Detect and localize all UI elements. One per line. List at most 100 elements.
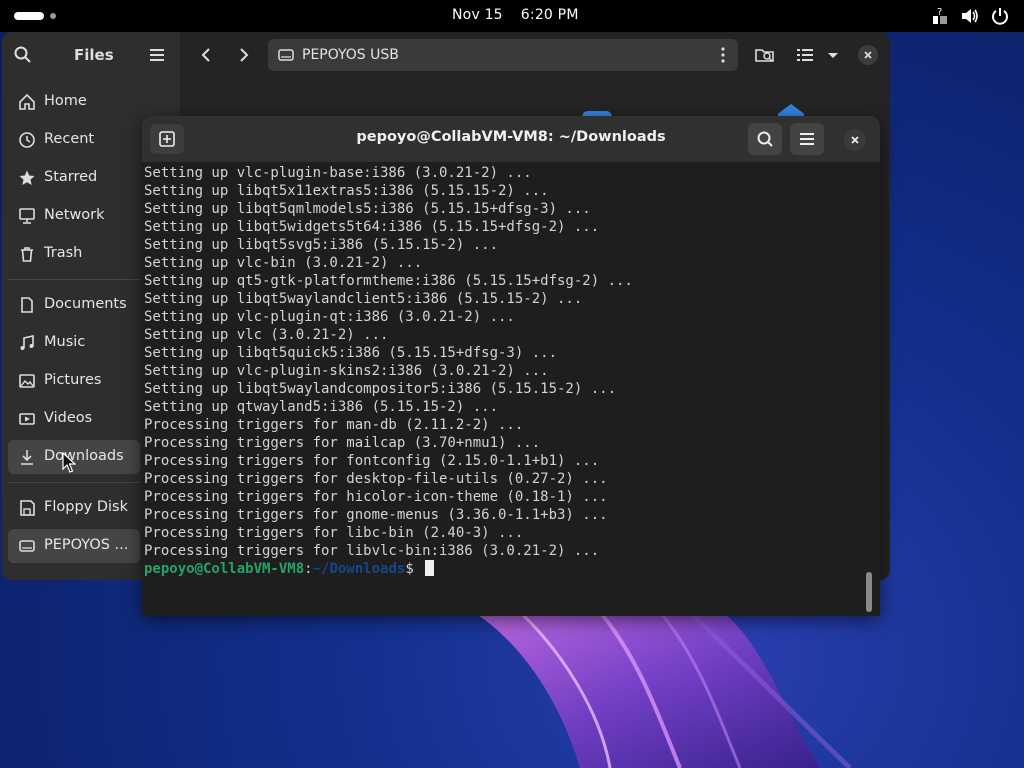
downloads-icon [18,448,36,466]
terminal-line: Setting up libqt5svg5:i386 (5.15.15-2) .… [144,237,499,253]
prompt-separator: : [304,561,313,577]
terminal-line: Processing triggers for hicolor-icon-the… [144,489,608,505]
scrollbar-thumb[interactable] [866,572,872,612]
star-icon [18,169,36,187]
accessibility-icon[interactable]: ? [930,6,950,26]
documents-icon [18,296,36,314]
volume-icon[interactable] [960,6,980,26]
system-tray[interactable]: ? [930,6,1010,26]
sidebar-item-label: Videos [44,410,93,426]
sidebar-item-network[interactable]: Network [8,199,140,233]
terminal-line: Processing triggers for fontconfig (2.15… [144,453,600,469]
sidebar-header: Files [2,32,180,78]
sidebar-item-label: Documents [44,296,127,312]
terminal-line: Processing triggers for mailcap (3.70+nm… [144,435,541,451]
search-icon[interactable] [14,46,32,68]
terminal-line: Setting up vlc (3.0.21-2) ... [144,327,389,343]
mouse-pointer-icon [62,452,76,473]
terminal-line: Processing triggers for desktop-file-uti… [144,471,608,487]
list-view-icon[interactable] [794,44,816,66]
music-icon [18,334,36,352]
chevron-down-icon[interactable] [822,44,844,66]
kebab-menu-icon[interactable] [720,47,726,67]
terminal-line: Setting up vlc-plugin-base:i386 (3.0.21-… [144,165,532,181]
recent-icon [18,131,36,149]
hamburger-menu-icon [800,133,814,145]
close-icon [851,136,859,144]
terminal-line: Setting up libqt5waylandcompositor5:i386… [144,381,617,397]
clock-time: 6:20 PM [520,7,579,23]
terminal-output[interactable]: Setting up vlc-plugin-base:i386 (3.0.21-… [144,164,862,616]
home-icon [18,93,36,111]
terminal-window: pepoyo@CollabVM-VM8: ~/Downloads Setting… [142,116,880,616]
drive-icon [18,537,36,555]
sidebar-item-floppy-disk[interactable]: Floppy Disk [8,491,140,525]
network-icon [18,207,36,225]
terminal-headerbar: pepoyo@CollabVM-VM8: ~/Downloads [142,116,880,162]
search-folder-icon[interactable] [754,44,776,66]
forward-arrow-icon[interactable] [234,45,254,65]
floppy-icon [18,499,36,517]
back-arrow-icon[interactable] [196,45,216,65]
terminal-scrollbar[interactable] [864,166,874,612]
terminal-line: Setting up vlc-plugin-qt:i386 (3.0.21-2)… [144,309,515,325]
terminal-line: Setting up libqt5widgets5t64:i386 (5.15.… [144,219,600,235]
sidebar-item-documents[interactable]: Documents [8,288,140,322]
sidebar-item-label: Network [44,207,105,223]
terminal-line: Setting up libqt5waylandclient5:i386 (5.… [144,291,583,307]
sidebar-item-label: Floppy Disk [44,499,128,515]
pictures-icon [18,372,36,390]
workspace-dot [50,13,56,19]
sidebar-item-music[interactable]: Music [8,326,140,360]
prompt-user-host: pepoyo@CollabVM-VM8 [144,561,305,577]
sidebar-item-trash[interactable]: Trash [8,237,140,271]
sidebar-item-label: Recent [44,131,95,147]
terminal-search-button[interactable] [748,123,782,155]
terminal-line: Setting up vlc-bin (3.0.21-2) ... [144,255,423,271]
sidebar-item-label: Home [44,93,87,109]
activities-indicator[interactable] [14,10,56,22]
sidebar-item-recent[interactable]: Recent [8,123,140,157]
trash-icon [18,245,36,263]
sidebar-item-label: PEPOYOS ... [44,537,129,553]
text-cursor [425,560,435,576]
files-toolbar: PEPOYOS USB [180,32,890,78]
search-icon [757,131,773,147]
sidebar-item-videos[interactable]: Videos [8,402,140,436]
sidebar-item-label: Starred [44,169,98,185]
terminal-line: Processing triggers for libvlc-bin:i386 … [144,543,600,559]
sidebar-item-home[interactable]: Home [8,85,140,119]
terminal-line: Setting up qtwayland5:i386 (5.15.15-2) .… [144,399,499,415]
power-icon[interactable] [990,6,1010,26]
sidebar-item-label: Trash [44,245,83,261]
terminal-line: Processing triggers for man-db (2.11.2-2… [144,417,524,433]
clock[interactable]: Nov 15 6:20 PM [452,7,579,23]
terminal-line: Setting up vlc-plugin-skins2:i386 (3.0.2… [144,363,549,379]
terminal-menu-button[interactable] [790,123,824,155]
terminal-line: Setting up libqt5x11extras5:i386 (5.15.1… [144,183,549,199]
svg-text:?: ? [937,7,942,18]
drive-icon [278,47,294,67]
terminal-line: Setting up libqt5quick5:i386 (5.15.15+df… [144,345,558,361]
clock-date: Nov 15 [452,7,503,23]
path-label: PEPOYOS USB [302,47,399,63]
terminal-line: Processing triggers for libc-bin (2.40-3… [144,525,524,541]
hamburger-menu-icon[interactable] [148,46,166,68]
sidebar-item-starred[interactable]: Starred [8,161,140,195]
sidebar-divider [8,279,140,280]
terminal-close-button[interactable] [844,129,866,151]
sidebar-item-pepoyos-usb[interactable]: PEPOYOS ... [8,529,140,563]
sidebar-item-label: Pictures [44,372,102,388]
path-bar[interactable]: PEPOYOS USB [268,39,738,71]
terminal-line: Setting up qt5-gtk-platformtheme:i386 (5… [144,273,633,289]
prompt-symbol: $ [405,561,423,577]
terminal-line: Setting up libqt5qmlmodels5:i386 (5.15.1… [144,201,591,217]
sidebar-item-label: Music [44,334,86,350]
sidebar-item-pictures[interactable]: Pictures [8,364,140,398]
videos-icon [18,410,36,428]
top-bar: Nov 15 6:20 PM ? [0,0,1024,32]
close-icon[interactable] [858,45,878,65]
sidebar-divider [8,482,140,483]
terminal-prompt-line[interactable]: pepoyo@CollabVM-VM8:~/Downloads$ [144,560,862,578]
workspace-active-pill [14,12,44,20]
